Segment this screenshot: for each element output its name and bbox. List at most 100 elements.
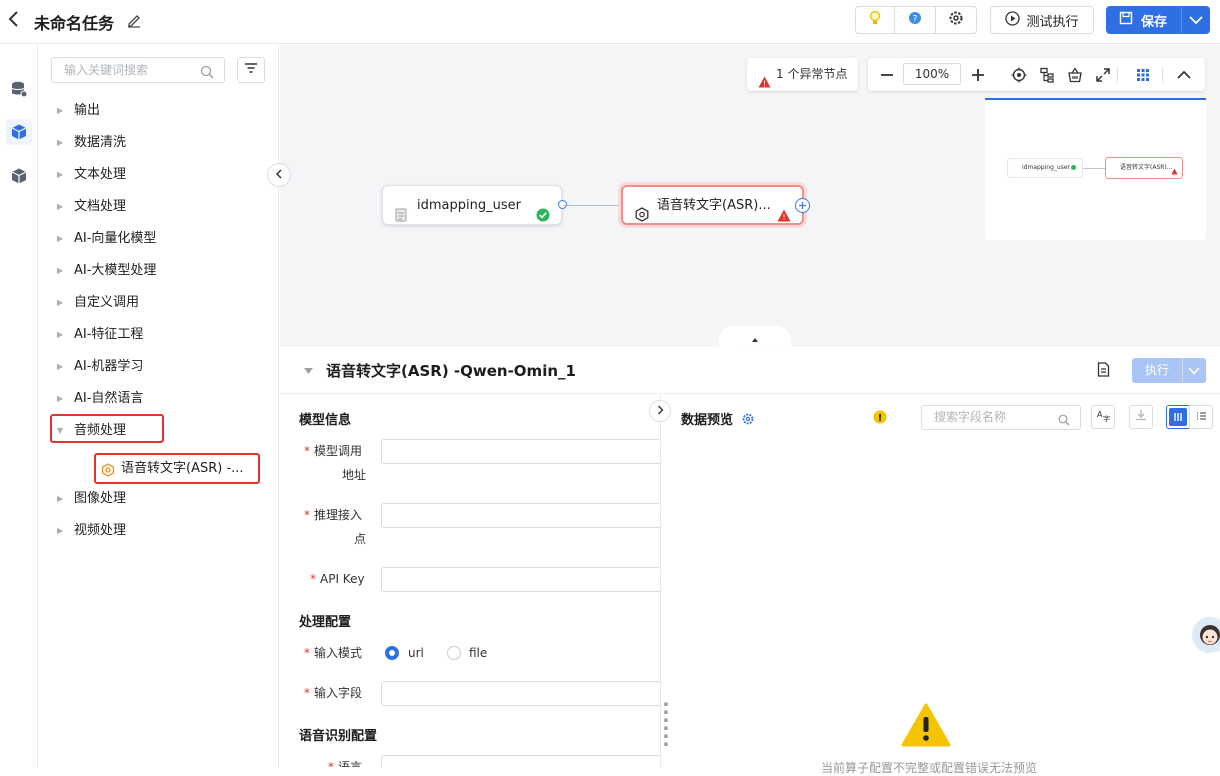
chevron-down-icon[interactable] (1188, 365, 1200, 379)
gear-icon[interactable] (742, 413, 754, 429)
top-bar: 未命名任务 ? 测试执行 保存 (0, 0, 1220, 44)
workflow-canvas[interactable]: ! 1 个异常节点 100% idmapping_user 语音转文字(ASR)… (280, 45, 1220, 347)
expand-panel-button[interactable] (649, 400, 671, 422)
tree-item-label: AI-向量化模型 (74, 231, 157, 246)
field-label-language: * 语言 (328, 755, 362, 767)
section-title-process: 处理配置 (299, 615, 352, 630)
tree-item[interactable]: ▶ AI-机器学习 (53, 355, 263, 379)
node-detail-panel: 语音转文字(ASR) -Qwen-Omin_1 执行 模型信息 * 模型调用 地址… (280, 347, 1220, 775)
database-icon[interactable] (6, 76, 32, 102)
tree-item[interactable]: ▶ AI-大模型处理 (53, 259, 263, 283)
run-button[interactable]: 执行 (1132, 358, 1206, 383)
caret-right-icon: ▶ (57, 106, 64, 115)
svg-text:!: ! (763, 80, 766, 89)
tree-item-asr[interactable]: 语音转文字(ASR) -... (101, 457, 251, 481)
tree-item[interactable]: ▶ 自定义调用 (53, 291, 263, 315)
required-marker: * (328, 760, 334, 767)
caret-down-icon[interactable] (303, 364, 314, 379)
preview-title-text: 数据预览 (681, 413, 734, 428)
save-divider (1181, 7, 1182, 33)
hexagon-icon (635, 199, 649, 239)
tree-item[interactable]: ▶ 文档处理 (53, 195, 263, 219)
minimap-edge (1083, 168, 1105, 169)
tree-search-input[interactable]: 输入关键词搜索 (51, 57, 225, 83)
minimap[interactable]: idmapping_user 语音转文字(ASR)... (985, 98, 1206, 240)
node-asr[interactable]: 语音转文字(ASR)... ! (621, 185, 804, 225)
tree-item-label: 数据清洗 (74, 135, 127, 150)
tree-item[interactable]: ▶ AI-特征工程 (53, 323, 263, 347)
input-field-select[interactable] (381, 681, 660, 706)
radio-file-label: file (469, 646, 488, 660)
operator-tree-panel: 输入关键词搜索 ▶ 输出 ▶ 数据清洗 ▶ 文本处理 ▶ 文档处理 ▶ AI-向量化模型 … (39, 45, 279, 767)
layout-tree-icon[interactable] (1038, 66, 1056, 84)
node-label: idmapping_user (417, 198, 521, 213)
help-button[interactable]: ? (894, 6, 936, 34)
locate-icon[interactable] (1010, 66, 1028, 84)
field-label-text: 语言 (338, 760, 363, 767)
zoom-out-icon[interactable] (878, 66, 896, 84)
field-search-placeholder: 搜索字段名称 (934, 410, 1007, 424)
radio-url[interactable] (385, 646, 399, 660)
tree-item[interactable]: ▶ AI-自然语言 (53, 387, 263, 411)
model-url-input[interactable] (381, 439, 660, 464)
tree-item-label: AI-大模型处理 (74, 263, 157, 278)
chevron-up-icon[interactable] (1175, 66, 1193, 84)
add-node-icon[interactable] (795, 198, 810, 213)
edit-icon[interactable] (126, 12, 142, 28)
field-label-input-field: * 输入字段 (304, 681, 362, 705)
required-marker: * (304, 686, 310, 700)
list-view-button[interactable] (1189, 405, 1213, 429)
node-source[interactable]: idmapping_user (382, 185, 562, 225)
save-button[interactable]: 保存 (1106, 6, 1210, 34)
operator-cube-icon[interactable] (6, 119, 32, 145)
grid-view-icon[interactable] (1134, 66, 1152, 84)
tree-item-label: 文档处理 (74, 199, 127, 214)
drag-dots-icon[interactable]: ▪▪▪▪▪▪ (662, 700, 670, 748)
abnormal-node-alert[interactable]: ! 1 个异常节点 (747, 58, 858, 91)
translate-button[interactable]: A字 (1091, 405, 1115, 429)
tree-item-label: 文本处理 (74, 167, 127, 182)
tree-item[interactable]: ▶ 数据清洗 (53, 131, 263, 155)
tree-item[interactable]: ▶ 图像处理 (53, 487, 263, 511)
minimap-node-label: idmapping_user (1022, 164, 1070, 171)
tree-item[interactable]: ▶ 输出 (53, 99, 263, 123)
download-button[interactable] (1129, 405, 1153, 429)
package-icon[interactable] (6, 163, 32, 189)
test-run-button[interactable]: 测试执行 (990, 6, 1094, 34)
search-icon (200, 63, 214, 87)
tree-item[interactable]: ▶ 文本处理 (53, 163, 263, 187)
assistant-avatar[interactable] (1192, 617, 1220, 653)
toolbar-divider (1117, 67, 1118, 83)
zoom-level[interactable]: 100% (903, 63, 961, 85)
caret-right-icon: ▶ (57, 298, 64, 307)
collapse-panel-button[interactable] (267, 163, 291, 187)
api-key-input[interactable] (381, 567, 660, 592)
endpoint-input[interactable] (381, 503, 660, 528)
tree-item-label: 图像处理 (74, 491, 127, 506)
field-label-text: 模型调用 (314, 444, 363, 458)
caret-right-icon: ▶ (57, 394, 64, 403)
field-search-input[interactable]: 搜索字段名称 (921, 405, 1081, 430)
basket-icon[interactable] (1066, 66, 1084, 84)
grid-view-button[interactable] (1166, 405, 1190, 429)
fullscreen-icon[interactable] (1094, 66, 1112, 84)
settings-button[interactable] (935, 6, 977, 34)
chevron-down-icon[interactable] (1187, 11, 1205, 33)
hexagon-icon (101, 462, 115, 486)
language-select[interactable] (381, 755, 660, 767)
tree-item[interactable]: ▶ AI-向量化模型 (53, 227, 263, 251)
radio-file[interactable] (447, 646, 461, 660)
toolbar-divider (1162, 67, 1163, 83)
filter-button[interactable] (237, 57, 265, 83)
tree-item[interactable]: ▶ 视频处理 (53, 519, 263, 543)
save-icon (1119, 11, 1133, 29)
document-icon[interactable] (1097, 362, 1110, 381)
caret-right-icon: ▶ (57, 526, 64, 535)
back-icon[interactable] (8, 10, 26, 32)
zoom-in-icon[interactable] (969, 66, 987, 84)
tip-button[interactable] (855, 6, 895, 34)
field-label-text: 推理接入 (314, 508, 363, 522)
field-label-input-mode: * 输入模式 (304, 641, 362, 665)
field-label-endpoint-2: 点 (354, 532, 367, 546)
caret-right-icon: ▶ (57, 266, 64, 275)
